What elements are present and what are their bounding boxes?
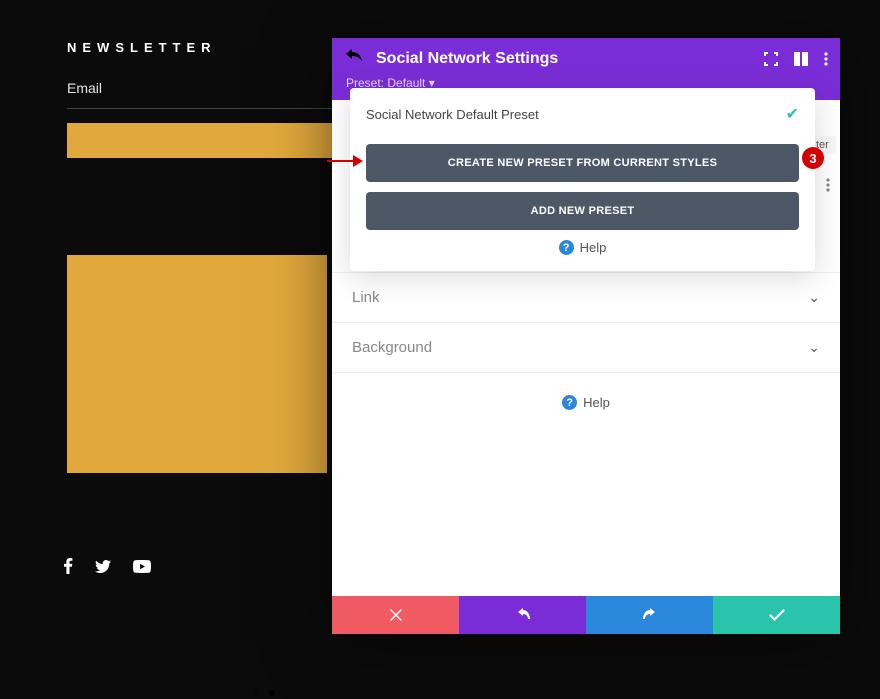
- more-icon[interactable]: [826, 178, 830, 195]
- back-icon[interactable]: [346, 49, 362, 68]
- help-icon: ?: [562, 395, 577, 410]
- social-links: [63, 558, 151, 579]
- help-link[interactable]: ? Help: [332, 395, 840, 410]
- facebook-icon[interactable]: [63, 558, 73, 579]
- slider-dot-2[interactable]: [269, 690, 275, 696]
- help-label: Help: [580, 240, 607, 255]
- create-preset-button[interactable]: CREATE NEW PRESET FROM CURRENT STYLES: [366, 144, 799, 182]
- help-label: Help: [583, 395, 610, 410]
- preset-dropdown-menu: Social Network Default Preset ✔ CREATE N…: [350, 88, 815, 271]
- settings-sections: Link ⌄ Background ⌄ ? Help: [332, 272, 840, 410]
- columns-icon[interactable]: [794, 52, 808, 71]
- confirm-button[interactable]: [713, 596, 840, 634]
- check-icon: ✔: [786, 104, 799, 124]
- chevron-down-icon: ⌄: [808, 289, 820, 306]
- undo-button[interactable]: [459, 596, 586, 634]
- panel-title: Social Network Settings: [376, 50, 558, 68]
- focus-icon[interactable]: [764, 52, 778, 71]
- section-link-label: Link: [352, 289, 380, 306]
- more-icon[interactable]: [824, 52, 828, 71]
- section-background[interactable]: Background ⌄: [332, 323, 840, 373]
- cancel-button[interactable]: [332, 596, 459, 634]
- redo-button[interactable]: [586, 596, 713, 634]
- section-link[interactable]: Link ⌄: [332, 272, 840, 323]
- twitter-icon[interactable]: [95, 560, 111, 578]
- slider-slide: [67, 255, 327, 473]
- default-preset-item[interactable]: Social Network Default Preset: [366, 107, 539, 122]
- slider-dot-1[interactable]: [253, 690, 259, 696]
- help-icon: ?: [559, 240, 574, 255]
- slider-pagination[interactable]: [134, 687, 394, 699]
- chevron-down-icon: ⌄: [808, 339, 820, 356]
- panel-footer: [332, 596, 840, 634]
- youtube-icon[interactable]: [133, 560, 151, 578]
- annotation-arrow: [327, 157, 363, 165]
- add-new-preset-button[interactable]: ADD NEW PRESET: [366, 192, 799, 230]
- help-link[interactable]: ? Help: [366, 240, 799, 255]
- annotation-step-badge: 3: [802, 147, 824, 169]
- section-background-label: Background: [352, 339, 432, 356]
